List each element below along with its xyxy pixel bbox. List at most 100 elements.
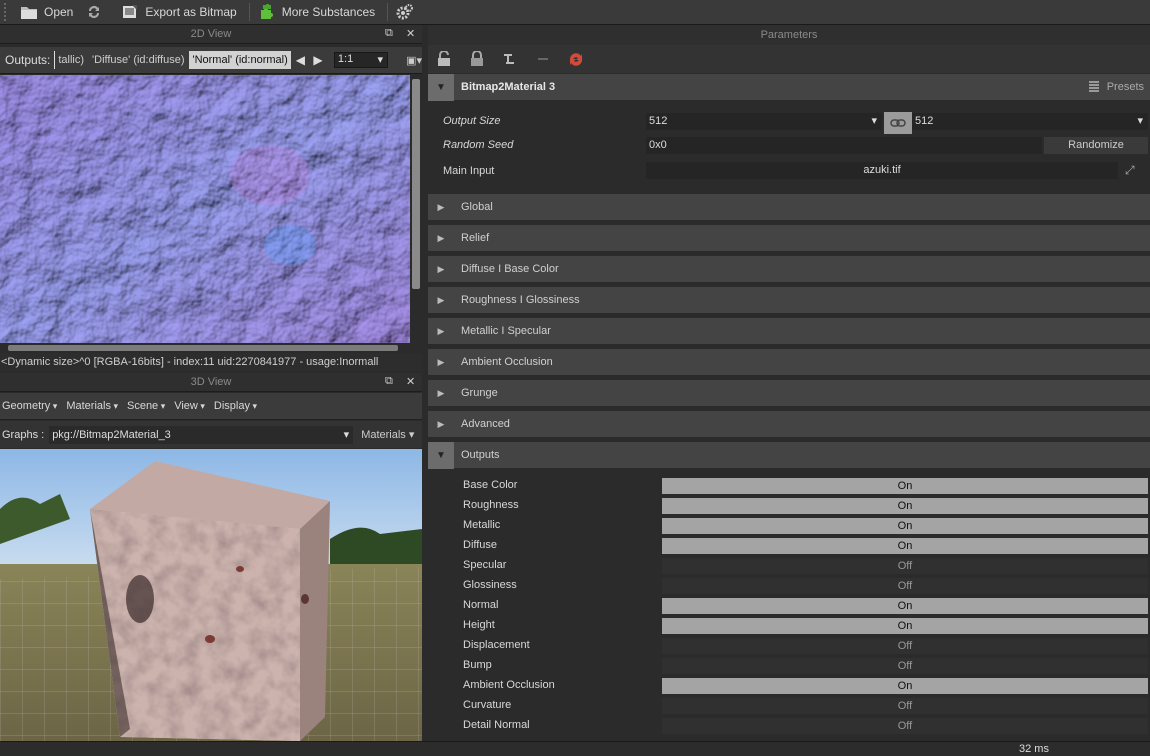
output-toggle[interactable]: On bbox=[662, 598, 1148, 614]
main-input-field[interactable]: azuki.tif bbox=[646, 162, 1118, 179]
graph-header[interactable]: ▼ Bitmap2Material 3 Presets bbox=[428, 73, 1150, 101]
section-roughness-i-glossiness[interactable]: ▶ Roughness I Glossiness bbox=[428, 287, 1150, 314]
expand-arrow-icon[interactable]: ▶ bbox=[428, 388, 454, 399]
chain-link-icon bbox=[890, 119, 906, 127]
output-toggle[interactable]: On bbox=[662, 678, 1148, 694]
link-input-icon[interactable] bbox=[500, 51, 520, 67]
section-diffuse-i-base-color[interactable]: ▶ Diffuse I Base Color bbox=[428, 256, 1150, 283]
close-icon[interactable]: ✕ bbox=[406, 27, 415, 40]
section-ambient-occlusion[interactable]: ▶ Ambient Occlusion bbox=[428, 349, 1150, 376]
menu-scene[interactable]: Scene bbox=[127, 400, 165, 412]
panel-title-3d-label: 3D View bbox=[190, 376, 232, 388]
expand-arrow-icon[interactable]: ▶ bbox=[428, 326, 454, 337]
output-label: Displacement bbox=[463, 639, 530, 651]
vertical-scrollbar-2d[interactable] bbox=[410, 75, 422, 343]
prev-output-icon[interactable]: ◀ bbox=[296, 53, 308, 67]
menu-geometry[interactable]: Geometry bbox=[2, 400, 57, 412]
output-toggle[interactable]: Off bbox=[662, 698, 1148, 714]
float-window-icon[interactable]: ⧉ bbox=[385, 375, 393, 388]
section-metallic-i-specular[interactable]: ▶ Metallic I Specular bbox=[428, 318, 1150, 345]
expand-arrow-icon[interactable]: ▶ bbox=[428, 233, 454, 244]
reset-icon[interactable] bbox=[566, 51, 586, 67]
random-seed-input[interactable]: 0x0 bbox=[646, 137, 1042, 154]
output-toggle[interactable]: On bbox=[662, 538, 1148, 554]
output-tab-normal[interactable]: 'Normal' (id:normal) bbox=[189, 51, 291, 69]
output-toggle[interactable]: On bbox=[662, 478, 1148, 494]
output-toggle[interactable]: On bbox=[662, 518, 1148, 534]
section-advanced[interactable]: ▶ Advanced bbox=[428, 411, 1150, 438]
settings-button[interactable] bbox=[392, 0, 428, 25]
output-toggle[interactable]: Off bbox=[662, 658, 1148, 674]
lock-all-icon[interactable] bbox=[467, 51, 487, 67]
image-info-status: <Dynamic size>^0 [RGBA-16bits] - index:1… bbox=[0, 353, 422, 371]
section-label: Advanced bbox=[461, 418, 510, 430]
menu-display[interactable]: Display bbox=[214, 400, 257, 412]
randomize-button[interactable]: Randomize bbox=[1044, 137, 1148, 154]
output-toggle[interactable]: Off bbox=[662, 578, 1148, 594]
collapse-icon[interactable]: ▼ bbox=[428, 441, 454, 469]
output-size-width-dropdown[interactable]: 512 bbox=[646, 113, 882, 130]
3d-viewport[interactable] bbox=[0, 449, 422, 741]
parameters-title-label: Parameters bbox=[760, 29, 818, 41]
lock-icon[interactable] bbox=[434, 51, 454, 67]
graphs-label: Graphs : bbox=[2, 428, 45, 441]
output-toggle[interactable]: Off bbox=[662, 718, 1148, 734]
next-output-icon[interactable]: ▶ bbox=[313, 53, 325, 67]
random-seed-label: Random Seed bbox=[443, 139, 514, 151]
scrollbar-thumb[interactable] bbox=[412, 79, 420, 289]
output-toggle[interactable]: On bbox=[662, 618, 1148, 634]
section-label: Diffuse I Base Color bbox=[461, 263, 559, 275]
float-window-icon[interactable]: ⧉ bbox=[385, 27, 393, 40]
open-label: Open bbox=[44, 5, 74, 19]
gears-icon bbox=[396, 3, 414, 21]
expand-arrow-icon[interactable]: ▶ bbox=[428, 357, 454, 368]
section-outputs-label: Outputs bbox=[461, 449, 500, 461]
graph-name: Bitmap2Material 3 bbox=[461, 81, 556, 93]
panel-title-2d: 2D View ⧉ ✕ bbox=[0, 25, 422, 44]
snapshot-icon[interactable]: ▣▾ bbox=[406, 54, 422, 67]
menu-materials[interactable]: Materials bbox=[66, 400, 118, 412]
output-toggle[interactable]: On bbox=[662, 498, 1148, 514]
graph-dropdown[interactable]: pkg://Bitmap2Material_3 bbox=[49, 425, 354, 444]
output-size-height-dropdown[interactable]: 512 bbox=[912, 113, 1148, 130]
link-size-button[interactable] bbox=[884, 112, 912, 134]
normal-map-preview[interactable] bbox=[0, 75, 410, 343]
parameters-title: Parameters bbox=[428, 25, 1150, 45]
section-outputs[interactable]: ▼ Outputs bbox=[428, 441, 1150, 469]
zoom-dropdown[interactable]: 1:1 bbox=[333, 52, 389, 68]
expand-icon[interactable]: ⤢ bbox=[1125, 163, 1135, 178]
output-toggle[interactable]: Off bbox=[662, 558, 1148, 574]
export-bitmap-button[interactable]: Export as Bitmap bbox=[117, 0, 244, 25]
export-label: Export as Bitmap bbox=[145, 5, 237, 19]
menu-view[interactable]: View bbox=[174, 400, 205, 412]
close-icon[interactable]: ✕ bbox=[406, 375, 415, 388]
section-relief[interactable]: ▶ Relief bbox=[428, 225, 1150, 252]
output-label: Glossiness bbox=[463, 579, 517, 591]
collapse-icon[interactable]: ▼ bbox=[428, 73, 454, 101]
reload-button[interactable] bbox=[81, 0, 117, 25]
expand-arrow-icon[interactable]: ▶ bbox=[428, 264, 454, 275]
section-grunge[interactable]: ▶ Grunge bbox=[428, 380, 1150, 407]
export-icon bbox=[121, 3, 139, 21]
more-substances-label: More Substances bbox=[281, 5, 376, 19]
expand-arrow-icon[interactable]: ▶ bbox=[428, 419, 454, 430]
outputs-label: Outputs: bbox=[5, 53, 51, 67]
section-global[interactable]: ▶ Global bbox=[428, 194, 1150, 221]
presets-button[interactable]: Presets bbox=[1088, 81, 1144, 93]
open-button[interactable]: Open bbox=[16, 0, 81, 25]
output-tab-diffuse[interactable]: 'Diffuse' (id:diffuse) bbox=[89, 51, 187, 69]
normal-map-image bbox=[0, 75, 410, 343]
horizontal-scrollbar-2d[interactable] bbox=[0, 343, 410, 353]
3d-scene bbox=[0, 449, 422, 741]
reload-icon bbox=[85, 3, 103, 21]
section-label: Relief bbox=[461, 232, 490, 244]
output-toggle[interactable]: Off bbox=[662, 638, 1148, 654]
scrollbar-thumb[interactable] bbox=[8, 345, 398, 351]
toolbar-grip[interactable] bbox=[4, 3, 10, 21]
materials-dropdown[interactable]: Materials bbox=[361, 428, 414, 441]
output-tab-metallic[interactable]: tallic) bbox=[54, 51, 87, 69]
unlink-icon[interactable] bbox=[533, 51, 553, 67]
expand-arrow-icon[interactable]: ▶ bbox=[428, 295, 454, 306]
expand-arrow-icon[interactable]: ▶ bbox=[428, 202, 454, 213]
more-substances-button[interactable]: More Substances bbox=[254, 0, 383, 25]
